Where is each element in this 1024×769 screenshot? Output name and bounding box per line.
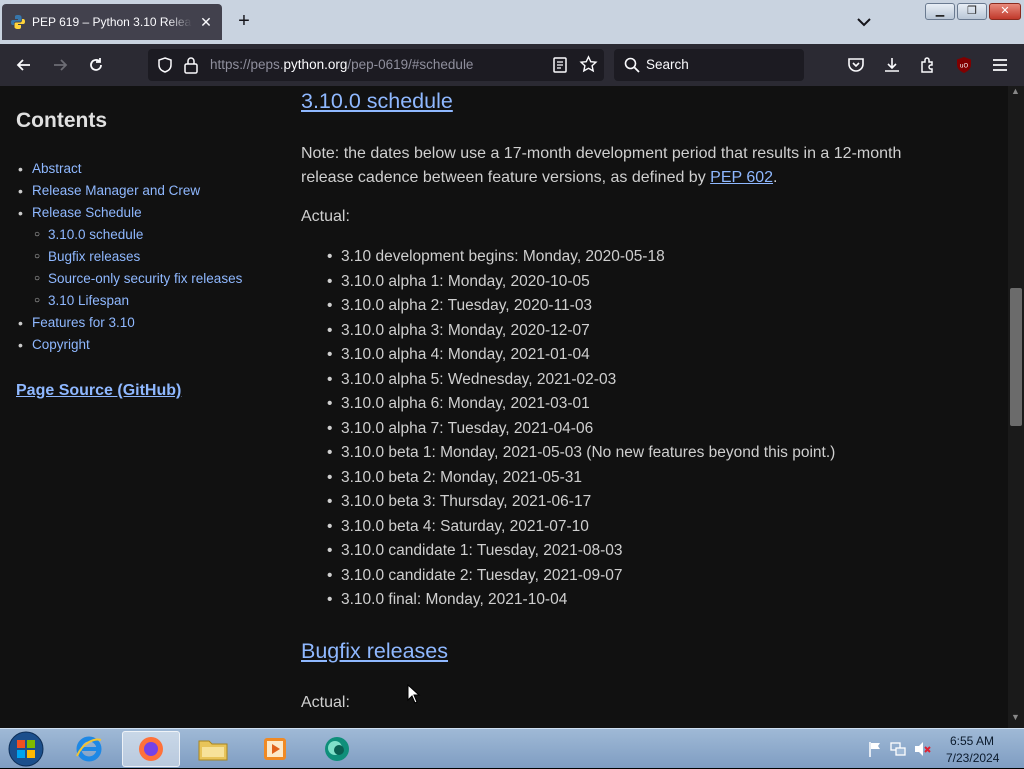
lock-icon[interactable]: [183, 56, 199, 74]
toc-item: Abstract: [16, 158, 276, 180]
tab-title: PEP 619 – Python 3.10 Release Schedule: [32, 15, 192, 29]
close-tab-icon[interactable]: ✕: [198, 14, 214, 31]
ublock-origin-icon[interactable]: uO: [954, 55, 974, 75]
milestone-item: 3.10.0 beta 1: Monday, 2021-05-03 (No ne…: [327, 441, 835, 466]
toc-title: Contents: [16, 109, 107, 132]
chevron-down-icon[interactable]: [852, 10, 876, 34]
firefox-icon: [139, 737, 163, 761]
reload-icon[interactable]: [86, 55, 106, 75]
toc-link[interactable]: 3.10.0 schedule: [48, 227, 143, 242]
toc-item: 3.10.0 schedule: [16, 224, 276, 246]
window-close-button[interactable]: ✕: [989, 3, 1021, 20]
system-tray: [862, 729, 1024, 769]
milestone-item: 3.10.0 beta 4: Saturday, 2021-07-10: [327, 515, 835, 540]
star-bookmark-icon[interactable]: [579, 55, 598, 74]
web-page: Contents Abstract Release Manager and Cre…: [0, 86, 1008, 728]
scroll-down-arrow-icon[interactable]: ▼: [1011, 712, 1020, 722]
milestone-item: 3.10.0 beta 2: Monday, 2021-05-31: [327, 466, 835, 491]
milestone-item: 3.10.0 alpha 1: Monday, 2020-10-05: [327, 270, 835, 295]
toc-item: Source-only security fix releases: [16, 268, 276, 290]
toc-link[interactable]: Release Manager and Crew: [32, 183, 200, 198]
taskbar-firefox[interactable]: [122, 731, 180, 767]
milestone-item: 3.10.0 beta 3: Thursday, 2021-06-17: [327, 490, 835, 515]
taskbar-app-teal[interactable]: [308, 731, 366, 767]
toc-link[interactable]: Copyright: [32, 337, 90, 352]
toc-item: 3.10 Lifespan: [16, 290, 276, 312]
toc-link[interactable]: Source-only security fix releases: [48, 271, 242, 286]
schedule-note: Note: the dates below use a 17-month dev…: [301, 145, 902, 186]
milestone-list: 3.10 development begins: Monday, 2020-05…: [327, 245, 835, 613]
network-icon[interactable]: [890, 741, 906, 757]
toc-link[interactable]: Bugfix releases: [48, 249, 140, 264]
milestone-item: 3.10.0 alpha 2: Tuesday, 2020-11-03: [327, 294, 835, 319]
pocket-icon[interactable]: [846, 55, 866, 75]
back-arrow-icon[interactable]: [14, 55, 34, 75]
forward-arrow-icon[interactable]: [50, 55, 70, 75]
clock-time[interactable]: 6:55 AM: [950, 734, 994, 748]
download-icon[interactable]: [882, 55, 902, 75]
search-placeholder: Search: [646, 57, 689, 72]
taskbar-media-player[interactable]: [246, 731, 304, 767]
bugfix-heading-link[interactable]: Bugfix releases: [301, 639, 448, 664]
search-bar[interactable]: Search: [614, 49, 804, 81]
url-text[interactable]: https://peps.python.org/pep-0619/#schedu…: [210, 57, 473, 72]
tab-strip: PEP 619 – Python 3.10 Release Schedule ✕…: [0, 0, 1024, 44]
toc-item: Bugfix releases: [16, 246, 276, 268]
window-restore-button[interactable]: ❐: [957, 3, 987, 20]
reader-view-icon[interactable]: [552, 56, 568, 74]
volume-muted-icon[interactable]: [914, 741, 932, 757]
scrollbar-thumb[interactable]: [1010, 288, 1022, 426]
toc-item: Copyright: [16, 334, 276, 356]
clock-date[interactable]: 7/23/2024: [946, 751, 999, 765]
url-bar[interactable]: https://peps.python.org/pep-0619/#schedu…: [148, 49, 604, 81]
milestone-item: 3.10.0 alpha 6: Monday, 2021-03-01: [327, 392, 835, 417]
windows-taskbar: 6:55 AM 7/23/2024: [0, 728, 1024, 768]
toc-link[interactable]: 3.10 Lifespan: [48, 293, 129, 308]
milestone-item: 3.10.0 alpha 3: Monday, 2020-12-07: [327, 319, 835, 344]
toc-item: Features for 3.10: [16, 312, 276, 334]
scroll-up-arrow-icon[interactable]: ▲: [1011, 86, 1020, 96]
media-player-icon: [264, 738, 286, 760]
new-tab-button[interactable]: +: [232, 10, 256, 34]
python-logo-icon: [11, 15, 25, 29]
shield-icon[interactable]: [156, 56, 174, 74]
toc-item: Release Schedule: [16, 202, 276, 224]
window-minimize-button[interactable]: ▁: [925, 3, 955, 20]
vertical-scrollbar[interactable]: ▲ ▼: [1008, 86, 1024, 728]
milestone-item: 3.10.0 alpha 7: Tuesday, 2021-04-06: [327, 417, 835, 442]
svg-text:uO: uO: [960, 63, 969, 70]
toc-list: Abstract Release Manager and Crew Release …: [16, 158, 276, 356]
bugfix-actual-label: Actual:: [301, 694, 350, 711]
navigation-toolbar: https://peps.python.org/pep-0619/#schedu…: [0, 44, 1024, 86]
toc-link[interactable]: Features for 3.10: [32, 315, 135, 330]
milestone-item: 3.10.0 candidate 1: Tuesday, 2021-08-03: [327, 539, 835, 564]
hamburger-menu-icon[interactable]: [990, 55, 1010, 75]
folder-icon: [198, 740, 228, 761]
pep-602-link[interactable]: PEP 602: [710, 169, 773, 186]
milestone-item: 3.10.0 candidate 2: Tuesday, 2021-09-07: [327, 564, 835, 589]
teal-app-icon: [325, 737, 349, 761]
toc-link[interactable]: Abstract: [32, 161, 82, 176]
action-center-flag-icon[interactable]: [868, 741, 882, 757]
milestone-item: 3.10 development begins: Monday, 2020-05…: [327, 245, 835, 270]
toc-link[interactable]: Release Schedule: [32, 205, 142, 220]
search-icon: [624, 57, 640, 73]
schedule-heading-link[interactable]: 3.10.0 schedule: [301, 89, 453, 114]
page-source-link[interactable]: Page Source (GitHub): [16, 382, 181, 400]
extensions-puzzle-icon[interactable]: [918, 55, 938, 75]
internet-explorer-icon: [76, 736, 102, 762]
toc-item: Release Manager and Crew: [16, 180, 276, 202]
actual-label: Actual:: [301, 208, 350, 225]
milestone-item: 3.10.0 final: Monday, 2021-10-04: [327, 588, 835, 613]
mouse-cursor-icon: [407, 684, 421, 704]
milestone-item: 3.10.0 alpha 5: Wednesday, 2021-02-03: [327, 368, 835, 393]
taskbar-internet-explorer[interactable]: [60, 731, 118, 767]
windows-start-orb-icon[interactable]: [6, 730, 46, 768]
taskbar-file-explorer[interactable]: [184, 731, 242, 767]
milestone-item: 3.10.0 alpha 4: Monday, 2021-01-04: [327, 343, 835, 368]
tab-active[interactable]: PEP 619 – Python 3.10 Release Schedule ✕: [2, 4, 222, 40]
